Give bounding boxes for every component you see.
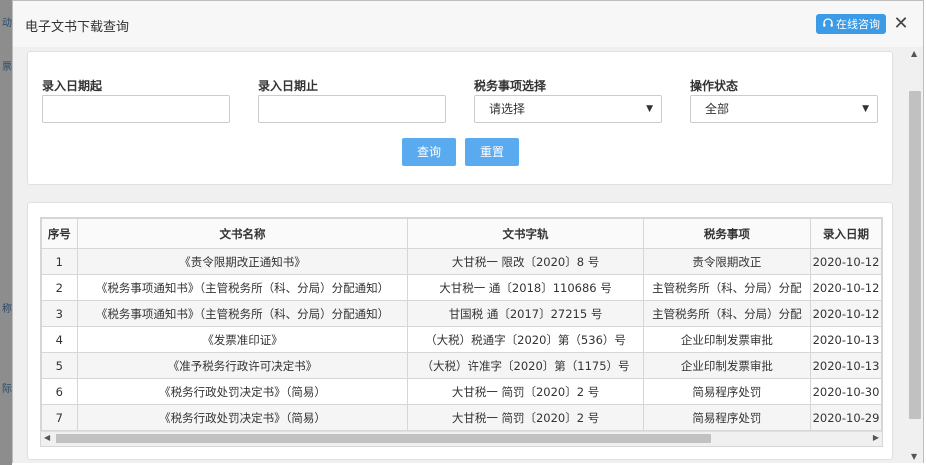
document-name-cell[interactable]: 《税务行政处罚决定书》（简易） [76,404,409,431]
entry-date-cell: 2020-10-13 [810,326,882,353]
header-tax-item[interactable]: 税务事项 [642,218,812,249]
document-name-cell[interactable]: 《税务事项通知书》（主管税务所（科、分局）分配通知） [76,300,409,327]
table-row[interactable]: 1 《责令限期改正通知书》 大甘税一 限改〔2020〕8 号 责令限期改正 20… [41,248,882,275]
status-select[interactable]: 全部 ▼ [690,95,878,123]
dialog-content: 录入日期起 录入日期止 税务事项选择 请选择 ▼ 操作状态 全部 ▼ 查询 重置 [13,47,907,463]
document-number-cell: 大甘税一 限改〔2020〕8 号 [407,248,644,275]
tax-item-select[interactable]: 请选择 ▼ [474,95,662,123]
tax-item-label: 税务事项选择 [474,79,547,93]
background-text: 际 [2,384,12,395]
reset-button[interactable]: 重置 [465,138,519,166]
headset-icon [822,17,834,32]
online-consult-button[interactable]: 在线咨询 [816,14,886,34]
scroll-left-icon[interactable]: ◀ [44,433,50,442]
document-number-cell: 大甘税一 通〔2018〕110686 号 [407,274,644,301]
results-table: 序号 文书名称 文书字轨 税务事项 录入日期 1 《责令限期改正通知书》 大甘税… [41,218,882,431]
tax-item-cell: 责令限期改正 [642,248,812,275]
table-row[interactable]: 7 《税务行政处罚决定书》（简易） 大甘税一 简罚〔2020〕2 号 简易程序处… [41,404,882,431]
filter-panel: 录入日期起 录入日期止 税务事项选择 请选择 ▼ 操作状态 全部 ▼ 查询 重置 [27,51,893,185]
online-consult-label: 在线咨询 [836,18,880,31]
caret-down-icon: ▼ [646,104,653,114]
document-number-cell: （大税）许准字〔2020〕第（1175）号 [407,352,644,379]
row-index: 3 [41,300,78,327]
caret-down-icon: ▼ [862,104,869,114]
entry-date-cell: 2020-10-30 [810,378,882,405]
tax-item-cell: 主管税务所（科、分局）分配 [642,274,812,301]
horizontal-scroll-thumb[interactable] [56,434,711,443]
header-document-name[interactable]: 文书名称 [76,218,409,249]
document-name-cell[interactable]: 《准予税务行政许可决定书》 [76,352,409,379]
background-text: 称 [2,304,12,315]
date-from-input[interactable] [42,95,230,123]
background-text: 动 [2,18,12,29]
scroll-right-icon[interactable]: ▶ [873,433,879,442]
table-row[interactable]: 5 《准予税务行政许可决定书》 （大税）许准字〔2020〕第（1175）号 企业… [41,352,882,379]
document-name-cell[interactable]: 《税务事项通知书》（主管税务所（科、分局）分配通知） [76,274,409,301]
document-number-cell: 大甘税一 简罚〔2020〕2 号 [407,404,644,431]
entry-date-cell: 2020-10-12 [810,248,882,275]
table-row[interactable]: 3 《税务事项通知书》（主管税务所（科、分局）分配通知） 甘国税 通〔2017〕… [41,300,882,327]
date-to-input[interactable] [258,95,446,123]
status-label: 操作状态 [690,79,739,93]
entry-date-cell: 2020-10-12 [810,274,882,301]
document-number-cell: 甘国税 通〔2017〕27215 号 [407,300,644,327]
document-name-cell[interactable]: 《发票准印证》 [76,326,409,353]
row-index: 2 [41,274,78,301]
results-table-container: 序号 文书名称 文书字轨 税务事项 录入日期 1 《责令限期改正通知书》 大甘税… [40,217,883,447]
background-page: 动 票 称 际 [0,0,12,465]
entry-date-cell: 2020-10-12 [810,300,882,327]
tax-item-cell: 企业印制发票审批 [642,326,812,353]
query-button[interactable]: 查询 [402,138,456,166]
dialog-titlebar: 电子文书下载查询 在线咨询 ✕ [13,1,923,48]
vertical-scrollbar[interactable]: ▲ ▼ [907,47,923,463]
header-entry-date[interactable]: 录入日期 [810,218,882,249]
status-selected-value: 全部 [705,102,730,116]
entry-date-cell: 2020-10-29 [810,404,882,431]
table-row[interactable]: 4 《发票准印证》 （大税）税通字〔2020〕第（536）号 企业印制发票审批 … [41,326,882,353]
header-document-number[interactable]: 文书字轨 [407,218,644,249]
table-header-row: 序号 文书名称 文书字轨 税务事项 录入日期 [41,218,882,249]
document-name-cell[interactable]: 《责令限期改正通知书》 [76,248,409,275]
scroll-up-icon[interactable]: ▲ [911,49,917,58]
document-name-cell[interactable]: 《税务行政处罚决定书》（简易） [76,378,409,405]
results-panel: 序号 文书名称 文书字轨 税务事项 录入日期 1 《责令限期改正通知书》 大甘税… [27,202,893,460]
row-index: 4 [41,326,78,353]
dialog-title: 电子文书下载查询 [25,20,130,35]
document-number-cell: （大税）税通字〔2020〕第（536）号 [407,326,644,353]
date-to-label: 录入日期止 [258,79,319,93]
entry-date-cell: 2020-10-13 [810,352,882,379]
document-number-cell: 大甘税一 简罚〔2020〕2 号 [407,378,644,405]
tax-item-cell: 主管税务所（科、分局）分配 [642,300,812,327]
document-download-dialog: 电子文书下载查询 在线咨询 ✕ 录入日期起 录入日期止 税务事项选择 请选择 ▼… [12,0,924,463]
tax-item-cell: 简易程序处罚 [642,378,812,405]
tax-item-cell: 企业印制发票审批 [642,352,812,379]
tax-item-cell: 简易程序处罚 [642,404,812,431]
table-row[interactable]: 6 《税务行政处罚决定书》（简易） 大甘税一 简罚〔2020〕2 号 简易程序处… [41,378,882,405]
scroll-down-icon[interactable]: ▼ [911,452,917,461]
row-index: 1 [41,248,78,275]
background-text: 票 [2,62,12,73]
row-index: 6 [41,378,78,405]
header-index[interactable]: 序号 [41,218,78,249]
close-icon[interactable]: ✕ [893,14,909,34]
vertical-scroll-thumb[interactable] [909,91,921,419]
row-index: 5 [41,352,78,379]
horizontal-scrollbar[interactable]: ◀ ▶ [41,431,882,446]
tax-item-selected-value: 请选择 [489,102,526,116]
date-from-label: 录入日期起 [42,79,103,93]
table-row[interactable]: 2 《税务事项通知书》（主管税务所（科、分局）分配通知） 大甘税一 通〔2018… [41,274,882,301]
row-index: 7 [41,404,78,431]
